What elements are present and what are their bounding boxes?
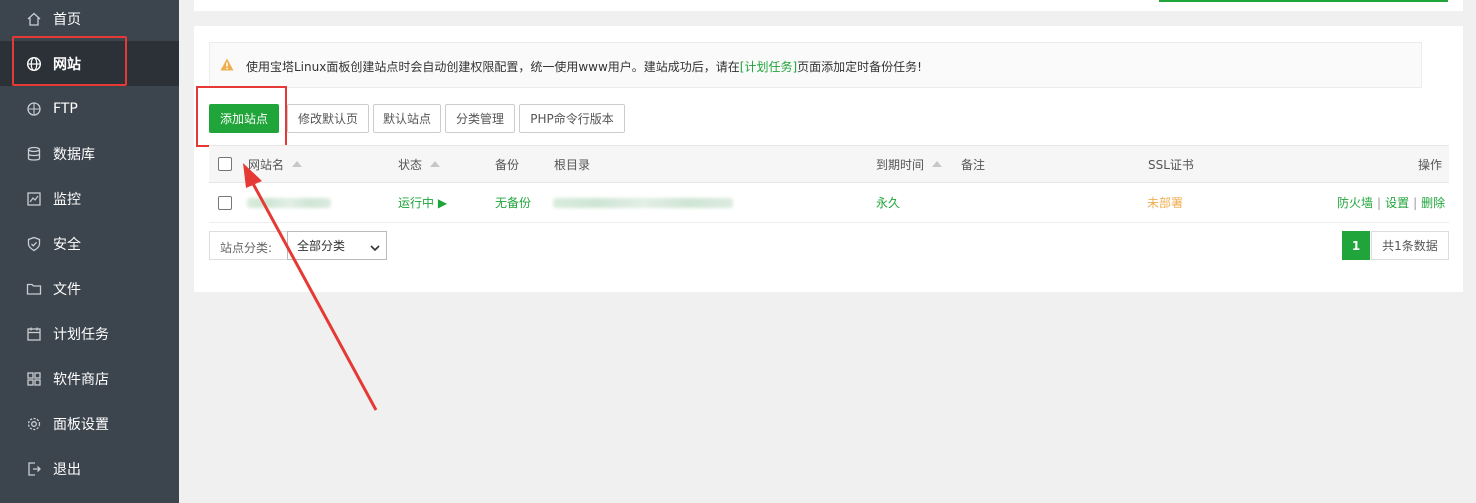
table-row: 运行中 ▶ 无备份 永久 未部署 防火墙 | 设置 | 删除 [209, 183, 1449, 223]
default-site-button[interactable]: 默认站点 [373, 104, 441, 133]
home-icon [25, 10, 43, 28]
sidebar-item-store[interactable]: 软件商店 [0, 356, 179, 401]
header-ssl: SSL证书 [1148, 157, 1194, 172]
table-header: 网站名 状态 备份 根目录 到期时间 备注 SSL证书 操作 [209, 145, 1449, 183]
header-status[interactable]: 状态 [398, 146, 441, 182]
sidebar-item-database[interactable]: 数据库 [0, 131, 179, 176]
pagination-current[interactable]: 1 [1342, 231, 1370, 260]
top-progress-strip [1159, 0, 1448, 2]
logout-icon [25, 460, 43, 478]
notice-text-before: 使用宝塔Linux面板创建站点时会自动创建权限配置，统一使用www用户。建站成功… [246, 60, 740, 74]
sidebar-item-label: 退出 [53, 461, 81, 478]
ftp-icon [25, 100, 43, 118]
cron-link[interactable]: [计划任务] [740, 60, 797, 74]
header-expire[interactable]: 到期时间 [876, 146, 943, 182]
edit-default-page-button[interactable]: 修改默认页 [287, 104, 369, 133]
header-site-name[interactable]: 网站名 [248, 146, 303, 182]
sidebar-item-cron[interactable]: 计划任务 [0, 311, 179, 356]
sidebar-item-settings[interactable]: 面板设置 [0, 401, 179, 446]
sidebar-item-label: 数据库 [53, 146, 95, 163]
sidebar-item-ftp[interactable]: FTP [0, 86, 179, 131]
category-select-value: 全部分类 [297, 239, 346, 253]
shield-icon [25, 235, 43, 253]
annotation-highlight-add-site [196, 86, 287, 147]
grid-icon [25, 370, 43, 388]
monitor-icon [25, 190, 43, 208]
category-label: 站点分类: [220, 241, 273, 255]
row-checkbox[interactable] [218, 183, 232, 222]
notice-text-after: 页面添加定时备份任务! [797, 60, 922, 74]
header-remark: 备注 [961, 157, 986, 172]
sidebar-item-label: 面板设置 [53, 416, 109, 433]
pagination-total: 共1条数据 [1371, 231, 1449, 260]
category-filter: 站点分类: 全部分类 [209, 231, 387, 260]
sidebar-item-label: 文件 [53, 281, 81, 298]
notice-bar: 使用宝塔Linux面板创建站点时会自动创建权限配置，统一使用www用户。建站成功… [209, 42, 1422, 88]
warning-icon [220, 58, 234, 74]
notice-text: 使用宝塔Linux面板创建站点时会自动创建权限配置，统一使用www用户。建站成功… [246, 58, 922, 75]
ssl-status[interactable]: 未部署 [1147, 183, 1183, 222]
row-actions: 防火墙 | 设置 | 删除 [1337, 194, 1446, 211]
sidebar-item-home[interactable]: 首页 [0, 0, 179, 41]
delete-link[interactable]: 删除 [1421, 194, 1445, 211]
sidebar-item-label: 监控 [53, 191, 81, 208]
gear-icon [25, 415, 43, 433]
annotation-highlight-sidebar [12, 36, 127, 86]
database-icon [25, 145, 43, 163]
category-manage-button[interactable]: 分类管理 [445, 104, 515, 133]
sort-icon [932, 161, 943, 167]
header-actions: 操作 [1418, 157, 1443, 172]
php-cli-version-button[interactable]: PHP命令行版本 [519, 104, 625, 133]
sidebar-item-monitor[interactable]: 监控 [0, 176, 179, 221]
site-name-redacted[interactable] [247, 183, 331, 222]
settings-link[interactable]: 设置 [1385, 194, 1409, 211]
sidebar-item-label: 计划任务 [53, 326, 109, 343]
root-dir-redacted[interactable] [553, 183, 733, 222]
category-select[interactable]: 全部分类 [287, 231, 387, 260]
status-running[interactable]: 运行中 ▶ [398, 183, 447, 222]
sidebar-item-label: FTP [53, 100, 78, 117]
sidebar-item-files[interactable]: 文件 [0, 266, 179, 311]
sort-icon [430, 161, 441, 167]
sidebar-item-label: 软件商店 [53, 371, 109, 388]
firewall-link[interactable]: 防火墙 [1337, 194, 1373, 211]
sort-icon [292, 161, 303, 167]
sidebar-item-logout[interactable]: 退出 [0, 446, 179, 491]
select-all-checkbox[interactable] [218, 146, 232, 182]
header-root-dir: 根目录 [554, 157, 591, 172]
sidebar-item-security[interactable]: 安全 [0, 221, 179, 266]
header-backup: 备份 [495, 157, 520, 172]
calendar-icon [25, 325, 43, 343]
sidebar-item-label: 首页 [53, 11, 81, 28]
expire-date[interactable]: 永久 [876, 183, 900, 222]
sidebar-item-label: 安全 [53, 236, 81, 253]
backup-status[interactable]: 无备份 [495, 183, 531, 222]
folder-icon [25, 280, 43, 298]
chevron-down-icon [370, 241, 380, 255]
